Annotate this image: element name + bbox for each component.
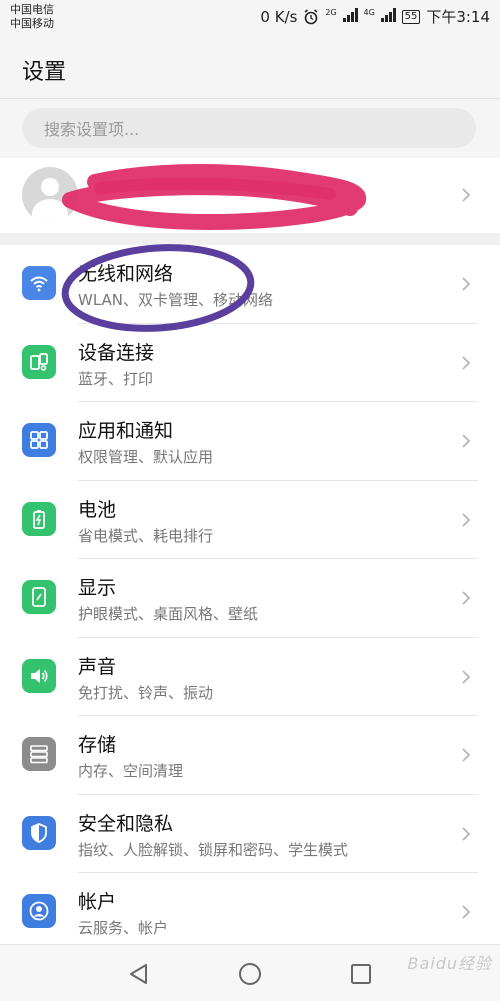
setting-subtitle: 蓝牙、打印: [78, 369, 154, 388]
setting-subtitle: 护眼模式、桌面风格、壁纸: [78, 605, 259, 623]
setting-row-display[interactable]: 显示 护眼模式、桌面风格、壁纸: [0, 559, 500, 638]
setting-row-device-connection[interactable]: 设备连接 蓝牙、打印: [0, 324, 500, 402]
clock-label: 下午3:14: [426, 8, 490, 26]
chevron-right-icon: [462, 512, 471, 527]
signal-1-icon: 2G: [325, 7, 358, 26]
setting-title: 应用和通知: [78, 420, 174, 442]
setting-row-apps-notifications[interactable]: 应用和通知 权限管理、默认应用: [0, 402, 500, 481]
carrier-info: 中国电信 中国移动: [10, 3, 54, 31]
storage-icon: [22, 737, 56, 771]
account-icon: [22, 894, 56, 928]
chevron-right-icon: [462, 669, 471, 684]
apps-icon: [22, 423, 56, 457]
net-tag-1: 2G: [325, 7, 337, 17]
wifi-icon: [22, 266, 56, 300]
setting-subtitle: 内存、空间清理: [78, 762, 184, 780]
app-header: 设置: [0, 36, 500, 99]
setting-subtitle: 云服务、帐户: [78, 919, 169, 937]
page-title: 设置: [22, 60, 67, 85]
back-icon[interactable]: [126, 961, 152, 987]
chevron-right-icon: [462, 826, 471, 841]
setting-title: 安全和隐私: [78, 812, 174, 835]
chevron-right-icon: [462, 591, 471, 605]
net-speed-label: 0 K/s: [260, 7, 298, 26]
setting-row-battery[interactable]: 电池 省电模式、耗电排行: [0, 481, 500, 559]
alarm-icon: [304, 8, 318, 24]
search-input[interactable]: [42, 108, 466, 150]
status-indicators: 0 K/s 2G 4G 55 下午3:14: [260, 6, 490, 27]
carrier-2-label: 中国移动: [10, 17, 54, 30]
setting-title: 电池: [78, 498, 117, 521]
chevron-right-icon: [462, 434, 471, 448]
battery-indicator: 55: [401, 9, 421, 24]
carrier-1-label: 中国电信: [10, 3, 54, 16]
battery-icon: [22, 501, 56, 536]
net-tag-2: 4G: [363, 7, 375, 17]
setting-subtitle: 权限管理、默认应用: [78, 448, 214, 466]
sound-icon: [22, 658, 56, 693]
setting-subtitle: WLAN、双卡管理、移动网络: [78, 291, 274, 309]
setting-title: 无线和网络: [78, 263, 174, 285]
watermark: Baidu经验: [407, 954, 492, 973]
setting-title: 设备连接: [78, 341, 155, 364]
avatar[interactable]: [22, 167, 78, 223]
setting-row-wireless-network[interactable]: 无线和网络 WLAN、双卡管理、移动网络: [0, 245, 500, 324]
status-bar: 中国电信 中国移动 0 K/s 2G 4G 55 下午3:14: [0, 0, 500, 36]
setting-title: 显示: [78, 577, 117, 599]
setting-subtitle: 指纹、人脸解锁、锁屏和密码、学生模式: [78, 840, 349, 859]
setting-subtitle: 免打扰、铃声、振动: [78, 683, 214, 702]
chevron-right-icon: [462, 277, 471, 291]
setting-row-security-privacy[interactable]: 安全和隐私 指纹、人脸解锁、锁屏和密码、学生模式: [0, 795, 500, 873]
setting-title: 存储: [78, 734, 117, 756]
chevron-right-icon: [462, 748, 471, 762]
display-icon: [22, 580, 56, 614]
section-gap: [0, 233, 500, 245]
setting-row-accounts[interactable]: 帐户 云服务、帐户: [0, 873, 500, 952]
account-row[interactable]: [0, 158, 500, 233]
setting-row-storage[interactable]: 存储 内存、空间清理: [0, 716, 500, 795]
setting-title: 帐户: [78, 891, 117, 913]
chevron-right-icon: [462, 188, 471, 202]
settings-list: 无线和网络 WLAN、双卡管理、移动网络 设备连接 蓝牙、打印 应用和通知 权限…: [0, 245, 500, 952]
chevron-right-icon: [462, 355, 471, 370]
recent-apps-icon[interactable]: [348, 961, 374, 987]
security-shield-icon: [22, 815, 56, 850]
search-bar[interactable]: [22, 108, 476, 150]
setting-subtitle: 省电模式、耗电排行: [78, 526, 214, 545]
setting-row-sound[interactable]: 声音 免打扰、铃声、振动: [0, 638, 500, 716]
home-icon[interactable]: [237, 961, 263, 987]
chevron-right-icon: [462, 905, 471, 919]
setting-title: 声音: [78, 655, 117, 678]
device-connect-icon: [22, 344, 56, 379]
signal-2-icon: 4G: [363, 7, 396, 26]
